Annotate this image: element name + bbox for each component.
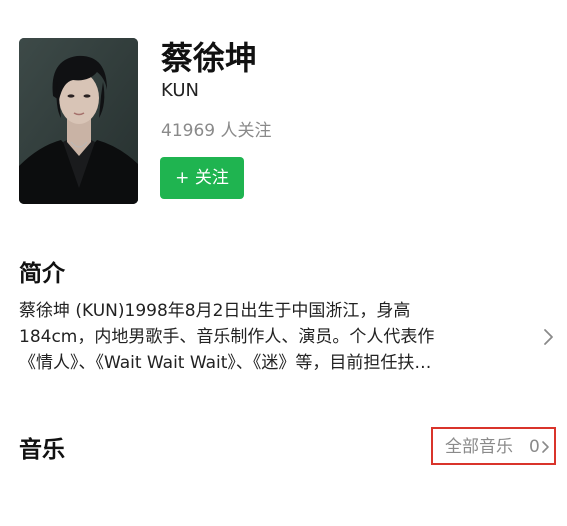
all-music-label: 全部音乐 [445,437,513,457]
chevron-right-icon [542,441,549,453]
artist-portrait-image [19,38,138,204]
intro-text-line: 蔡徐坤 (KUN)1998年8月2日出生于中国浙江，身高 [19,301,411,321]
follower-count: 41969 人关注 [161,121,272,141]
chevron-right-icon [544,329,553,345]
intro-text-block[interactable]: 蔡徐坤 (KUN)1998年8月2日出生于中国浙江，身高 184cm，内地男歌手… [0,292,567,382]
artist-name: 蔡徐坤 [161,39,258,77]
artist-photo[interactable] [19,38,138,204]
intro-text-line: 184cm，内地男歌手、音乐制作人、演员。个人代表作 [19,327,435,347]
artist-alias: KUN [161,80,199,101]
all-music-count: 0 [529,437,540,457]
intro-section-title: 简介 [19,261,65,287]
follow-button[interactable]: + 关注 [160,157,244,199]
all-music-link[interactable]: 全部音乐 0 [431,427,556,465]
music-section-title: 音乐 [19,437,65,463]
intro-text-line: 《情人》、《Wait Wait Wait》、《迷》等，目前担任扶… [19,353,432,373]
